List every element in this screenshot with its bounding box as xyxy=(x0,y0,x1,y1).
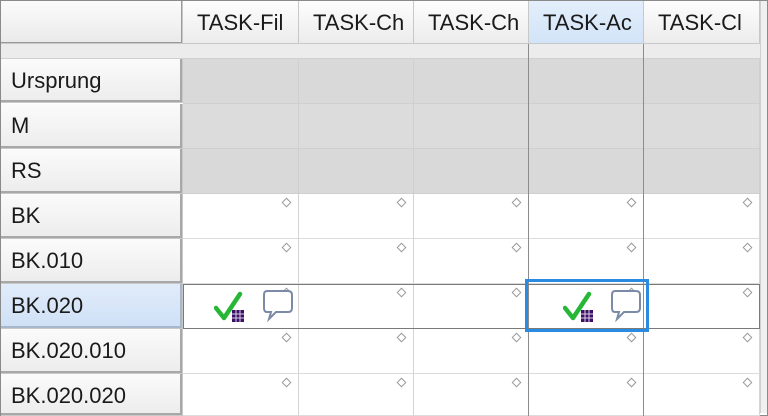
matrix-cell[interactable] xyxy=(183,194,299,239)
cell-marker-icon xyxy=(281,242,292,253)
cell-marker-icon xyxy=(396,332,407,343)
matrix-cell[interactable] xyxy=(644,329,760,374)
matrix-cell[interactable] xyxy=(414,194,529,239)
readonly-cell xyxy=(414,59,529,104)
check-with-grid-icon[interactable] xyxy=(213,290,246,329)
matrix-cell[interactable] xyxy=(644,239,760,284)
matrix-cell[interactable] xyxy=(529,194,644,239)
cell-marker-icon xyxy=(742,242,753,253)
cell-marker-icon xyxy=(742,377,753,388)
row-header-ursprung[interactable]: Ursprung xyxy=(1,59,183,103)
readonly-cell xyxy=(299,59,414,104)
matrix-cell[interactable] xyxy=(529,329,644,374)
cell-marker-icon xyxy=(626,332,637,343)
column-header-5[interactable]: TASK-Cl xyxy=(644,1,760,44)
readonly-cell xyxy=(183,59,299,104)
matrix-cell[interactable] xyxy=(299,329,414,374)
readonly-cell xyxy=(183,149,299,194)
column-header-4-selected[interactable]: TASK-Ac xyxy=(529,1,644,44)
column-header-3[interactable]: TASK-Ch xyxy=(414,1,529,44)
readonly-cell xyxy=(529,149,644,194)
matrix-cell[interactable] xyxy=(299,194,414,239)
matrix-cell[interactable] xyxy=(414,329,529,374)
cell-marker-icon xyxy=(626,377,637,388)
cell-marker-icon xyxy=(626,242,637,253)
cell-marker-icon xyxy=(742,332,753,343)
selected-column-right-border xyxy=(643,44,644,416)
row-header-bk-020-selected[interactable]: BK.020 xyxy=(1,284,183,329)
check-with-grid-icon[interactable] xyxy=(562,290,595,329)
matrix-cell[interactable] xyxy=(644,374,760,416)
column-header-1[interactable]: TASK-Fil xyxy=(183,1,299,44)
cell-marker-icon xyxy=(511,197,522,208)
cell-marker-icon xyxy=(281,332,292,343)
cell-marker-icon xyxy=(626,197,637,208)
matrix-cell[interactable] xyxy=(529,239,644,284)
cell-marker-icon xyxy=(511,242,522,253)
cell-marker-icon xyxy=(281,197,292,208)
speech-bubble-icon[interactable] xyxy=(262,288,294,327)
cell-marker-icon xyxy=(396,377,407,388)
readonly-cell xyxy=(644,104,760,149)
cell-marker-icon xyxy=(396,242,407,253)
readonly-cell xyxy=(529,59,644,104)
matrix-cell[interactable] xyxy=(183,329,299,374)
row-header-bk-010[interactable]: BK.010 xyxy=(1,239,183,284)
grid-corner xyxy=(1,1,183,44)
matrix-cell[interactable] xyxy=(299,239,414,284)
cell-marker-icon xyxy=(511,332,522,343)
selected-column-left-border xyxy=(528,44,529,416)
matrix-cell[interactable] xyxy=(183,374,299,416)
matrix-cell[interactable] xyxy=(529,374,644,416)
speech-bubble-icon[interactable] xyxy=(610,288,642,327)
row-header-bk[interactable]: BK xyxy=(1,194,183,239)
row-header-bk-020-010[interactable]: BK.020.010 xyxy=(1,329,183,374)
readonly-cell xyxy=(299,104,414,149)
readonly-cell xyxy=(644,59,760,104)
vertical-scrollbar[interactable] xyxy=(760,1,767,413)
cell-marker-icon xyxy=(396,197,407,208)
cell-marker-icon xyxy=(511,377,522,388)
matrix-cell[interactable] xyxy=(414,374,529,416)
readonly-cell xyxy=(183,104,299,149)
cell-marker-icon xyxy=(742,197,753,208)
row-header-m[interactable]: M xyxy=(1,104,183,149)
readonly-cell xyxy=(414,104,529,149)
readonly-cell xyxy=(644,149,760,194)
readonly-cell xyxy=(529,104,644,149)
cell-marker-icon xyxy=(281,377,292,388)
matrix-cell[interactable] xyxy=(299,374,414,416)
column-header-2[interactable]: TASK-Ch xyxy=(299,1,414,44)
row-header-rs[interactable]: RS xyxy=(1,149,183,194)
header-gap xyxy=(1,44,760,59)
matrix-cell[interactable] xyxy=(414,239,529,284)
readonly-cell xyxy=(299,149,414,194)
readonly-cell xyxy=(414,149,529,194)
matrix-cell[interactable] xyxy=(644,194,760,239)
row-header-bk-020-020[interactable]: BK.020.020 xyxy=(1,374,183,416)
matrix-cell[interactable] xyxy=(183,239,299,284)
